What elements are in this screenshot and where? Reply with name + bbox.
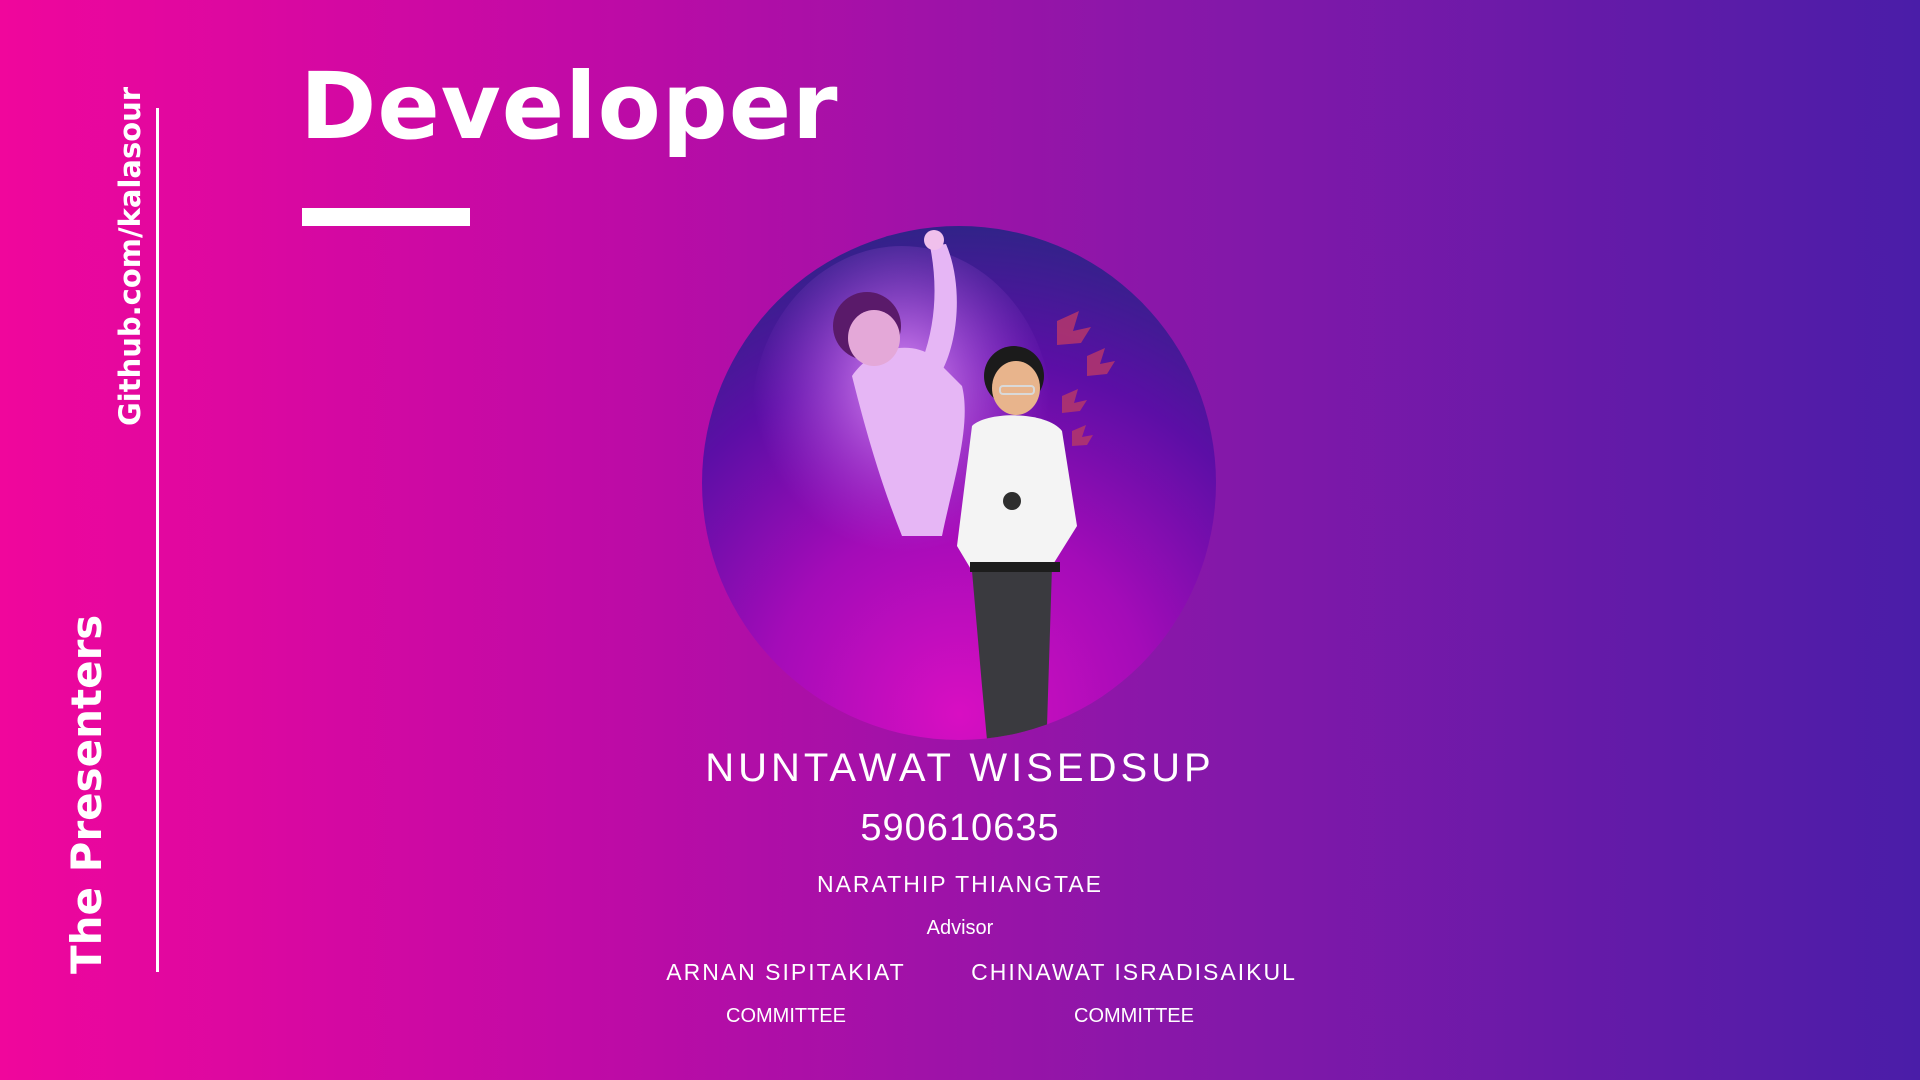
advisor-role-label: Advisor xyxy=(926,917,994,939)
developer-photo-illustration xyxy=(752,230,1115,740)
page-title: Developer xyxy=(300,53,839,160)
github-link[interactable]: Github.com/kalasour xyxy=(112,87,148,426)
developer-photo xyxy=(702,226,1216,740)
developer-name: NUNTAWAT WISEDSUP xyxy=(705,746,1215,790)
student-id: 590610635 xyxy=(860,807,1060,849)
committee-name: ARNAN SIPITAKIAT xyxy=(666,959,906,985)
presenters-label: The Presenters xyxy=(62,614,111,974)
committee-name: CHINAWAT ISRADISAIKUL xyxy=(971,959,1297,985)
title-underline xyxy=(302,208,470,226)
committee-role-label: COMMITTEE xyxy=(726,1005,846,1027)
committee-role-label: COMMITTEE xyxy=(1074,1005,1194,1027)
advisor-name: NARATHIP THIANGTAE xyxy=(816,871,1104,897)
vertical-divider xyxy=(156,108,159,972)
